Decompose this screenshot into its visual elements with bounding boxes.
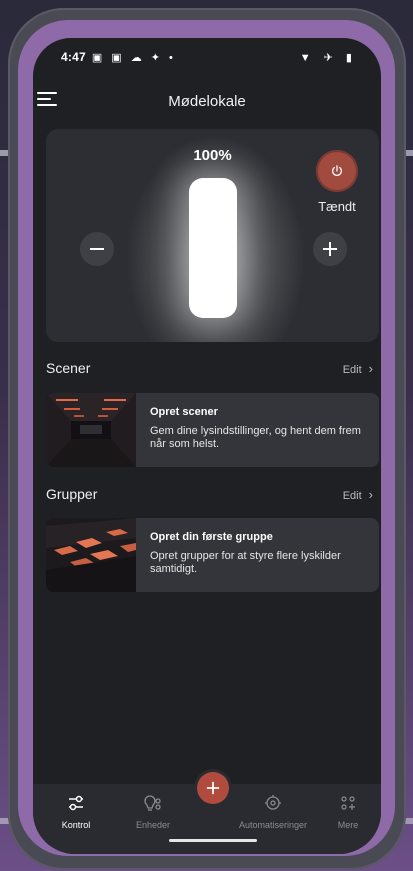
nav-label-enheder: Enheder <box>135 820 171 830</box>
top-app-bar: Mødelokale <box>33 90 381 114</box>
chevron-right-icon: › <box>368 487 373 502</box>
power-icon <box>332 165 342 176</box>
brightness-slider[interactable] <box>189 178 237 318</box>
groups-label: Grupper <box>46 486 98 502</box>
more-grid-icon <box>341 796 355 810</box>
nav-item-mere[interactable]: Mere <box>308 794 381 830</box>
nav-label-automatiseringer: Automatiseringer <box>238 820 308 830</box>
light-control-card: 100% Tændt <box>46 129 379 342</box>
increase-brightness-button[interactable] <box>313 232 347 266</box>
scenes-edit-link[interactable]: Edit › <box>343 361 373 376</box>
decrease-brightness-button[interactable] <box>80 232 114 266</box>
groups-edit-link[interactable]: Edit › <box>343 487 373 502</box>
create-scene-title: Opret scener <box>150 406 218 418</box>
create-group-card[interactable]: Opret din første gruppe Opret grupper fo… <box>46 518 379 592</box>
notification-icons: ▣ ▣ ☁ ✦ • <box>91 51 176 64</box>
nav-label-mere: Mere <box>337 820 359 830</box>
app-screen: 4:47 ▣ ▣ ☁ ✦ • ▼ ✈ ▮ Mødelokale 100% Tæn… <box>33 38 381 854</box>
scene-room-image <box>46 393 136 467</box>
scenes-label: Scener <box>46 360 91 376</box>
nav-label-kontrol: Kontrol <box>61 820 91 830</box>
groups-header: Grupper Edit › <box>46 484 373 504</box>
plus-icon <box>323 242 337 256</box>
create-scene-card[interactable]: Opret scener Gem dine lysindstillinger, … <box>46 393 379 467</box>
bulb-devices-icon <box>144 795 161 811</box>
nav-item-kontrol[interactable]: Kontrol <box>36 794 116 830</box>
plus-icon <box>206 781 220 795</box>
chevron-right-icon: › <box>368 361 373 376</box>
nav-item-automatiseringer[interactable]: Automatiseringer <box>233 794 313 830</box>
create-scene-description: Gem dine lysindstillinger, og hent dem f… <box>150 425 361 450</box>
status-time: 4:47 <box>61 50 86 64</box>
create-group-title: Opret din første gruppe <box>150 531 273 543</box>
status-bar: 4:47 ▣ ▣ ☁ ✦ • ▼ ✈ ▮ <box>61 48 357 66</box>
nav-item-enheder[interactable]: Enheder <box>113 794 193 830</box>
group-ceiling-image <box>46 518 136 592</box>
create-group-description: Opret grupper for at styre flere lyskild… <box>150 550 341 575</box>
automation-icon <box>265 795 281 810</box>
system-status-icons: ▼ ✈ ▮ <box>299 51 357 64</box>
minus-icon <box>90 248 104 250</box>
add-button[interactable] <box>197 772 229 804</box>
power-state-label: Tændt <box>318 199 356 214</box>
scenes-header: Scener Edit › <box>46 358 373 378</box>
power-toggle-button[interactable] <box>316 150 358 192</box>
page-title: Mødelokale <box>168 93 246 110</box>
home-indicator[interactable] <box>169 839 257 842</box>
sliders-icon <box>69 795 83 811</box>
